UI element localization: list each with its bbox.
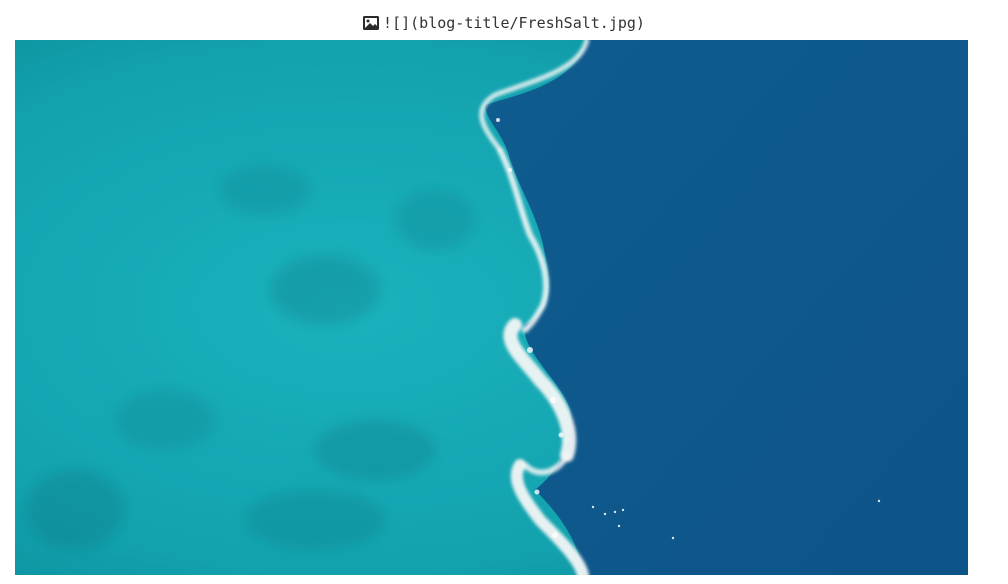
markdown-image-text: ![](blog-title/FreshSalt.jpg) <box>383 14 645 32</box>
markdown-image-source[interactable]: ![](blog-title/FreshSalt.jpg) <box>0 12 1008 34</box>
image-icon <box>363 16 380 30</box>
editor-page: ![](blog-title/FreshSalt.jpg) <box>0 0 1008 584</box>
ocean-aerial-photo <box>15 40 968 575</box>
fresh-salt-image[interactable] <box>15 40 968 575</box>
